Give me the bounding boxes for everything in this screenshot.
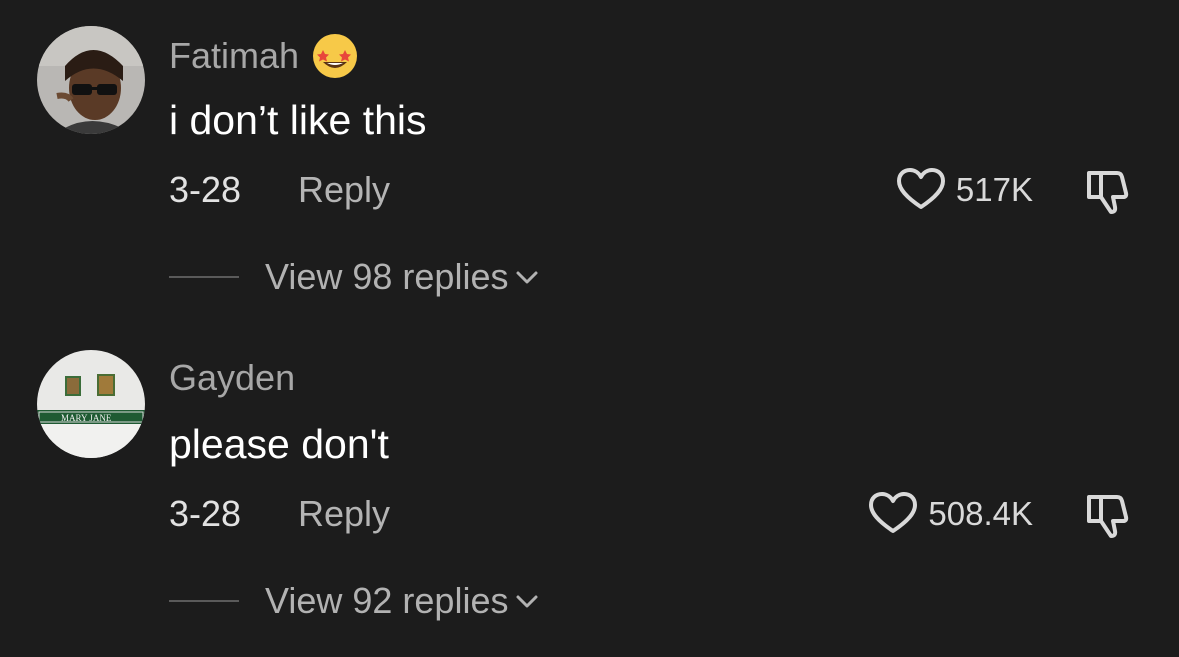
username[interactable]: Fatimah	[169, 32, 359, 80]
username[interactable]: Gayden	[169, 360, 295, 396]
avatar[interactable]	[37, 26, 145, 134]
avatar[interactable]: MARY JANE	[37, 350, 145, 458]
avatar-sign-text: MARY JANE	[61, 413, 112, 423]
chevron-down-icon	[516, 595, 538, 608]
chevron-down-icon	[516, 271, 538, 284]
replies-divider	[169, 600, 239, 602]
username-text: Fatimah	[169, 35, 300, 76]
avatar-image: MARY JANE	[37, 350, 145, 458]
reply-button[interactable]: Reply	[298, 496, 390, 532]
comment-text: please don't	[169, 421, 389, 467]
thumbs-down-icon[interactable]	[1083, 491, 1133, 541]
view-replies-button[interactable]: View 98 replies	[265, 259, 540, 295]
comment-text: i don’t like this	[169, 97, 427, 143]
heart-icon	[869, 492, 918, 533]
star-struck-emoji-icon	[313, 34, 358, 78]
heart-icon	[896, 168, 945, 209]
comment-item: Fatimah i don’t like this 3-28 Reply 517…	[0, 0, 1179, 324]
like-button[interactable]: 517K	[896, 167, 1033, 211]
like-button[interactable]: 508.4K	[868, 491, 1033, 535]
view-replies-label: View 92 replies	[265, 580, 509, 621]
reply-button[interactable]: Reply	[298, 172, 390, 208]
avatar-image	[37, 26, 145, 134]
thumbs-down-icon[interactable]	[1083, 167, 1133, 217]
view-replies-button[interactable]: View 92 replies	[265, 583, 540, 619]
like-count: 508.4K	[928, 494, 1033, 532]
comment-date: 3-28	[169, 169, 242, 210]
replies-divider	[169, 276, 239, 278]
comment-item: MARY JANE Gayden please don't 3-28 Reply…	[0, 324, 1179, 648]
username-text: Gayden	[169, 357, 296, 398]
like-count: 517K	[955, 170, 1033, 208]
comment-date: 3-28	[169, 493, 242, 534]
view-replies-label: View 98 replies	[265, 256, 509, 297]
